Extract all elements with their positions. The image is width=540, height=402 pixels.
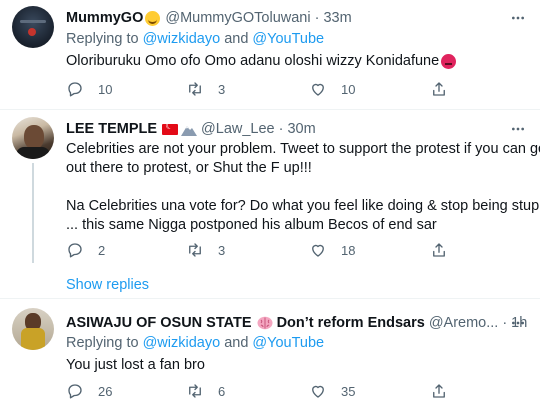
reply-button[interactable]: 10 xyxy=(66,79,112,99)
reply-count: 10 xyxy=(98,81,113,97)
retweet-count: 6 xyxy=(218,383,226,399)
tweet-header: ASIWAJU OF OSUN STATE Don’t reform Endsa… xyxy=(66,313,527,333)
reply-count: 2 xyxy=(98,242,106,258)
share-icon xyxy=(433,82,445,96)
timestamp[interactable]: 30m xyxy=(287,121,315,137)
mountain-emoji-icon xyxy=(181,125,198,136)
tweet-line: ... this same Nigga postponed his album … xyxy=(66,217,437,233)
mention-link[interactable]: @wizkidayo xyxy=(143,31,221,47)
retweet-icon xyxy=(189,82,201,96)
mention-link[interactable]: @YouTube xyxy=(252,31,324,47)
replying-and: and xyxy=(224,31,249,47)
tweet-line: You just lost a fan bro xyxy=(66,357,205,373)
separator: · xyxy=(502,315,508,331)
share-button[interactable] xyxy=(430,381,448,401)
smile-emoji-icon xyxy=(145,10,161,26)
tweet-text: Oloriburuku Omo ofo Omo adanu oloshi wiz… xyxy=(66,52,528,71)
like-count: 18 xyxy=(341,242,356,258)
retweet-button[interactable]: 3 xyxy=(186,79,225,99)
tweet-header: LEE TEMPLE @Law_Lee · 30m xyxy=(66,119,316,139)
replying-and: and xyxy=(224,335,249,351)
avatar[interactable] xyxy=(12,6,54,48)
like-icon xyxy=(312,385,324,398)
avatar[interactable] xyxy=(12,308,54,350)
tweet-line: Celebrities are not your problem. Tweet … xyxy=(66,141,540,157)
reply-button[interactable]: 2 xyxy=(66,240,105,260)
like-icon xyxy=(312,83,324,96)
more-icon[interactable] xyxy=(508,8,528,28)
retweet-icon xyxy=(189,384,201,398)
tweet-line: Na Celebrities una vote for? Do what you… xyxy=(66,198,540,214)
display-name[interactable]: ASIWAJU OF OSUN STATE xyxy=(66,315,252,331)
retweet-count: 3 xyxy=(218,242,226,258)
turkey-flag-emoji-icon xyxy=(162,121,179,135)
display-name[interactable]: MummyGO xyxy=(66,10,143,26)
tweet-text: Celebrities are not your problem. Tweet … xyxy=(66,140,540,235)
tweet-line: Oloriburuku Omo ofo Omo adanu oloshi wiz… xyxy=(66,53,440,69)
tweet-text: You just lost a fan bro xyxy=(66,356,528,375)
retweet-button[interactable]: 6 xyxy=(186,381,225,401)
like-count: 35 xyxy=(341,383,356,399)
share-icon xyxy=(433,384,445,398)
replying-to: Replying to @wizkidayo and @YouTube xyxy=(66,335,324,351)
like-button[interactable]: 18 xyxy=(309,240,355,260)
like-count: 10 xyxy=(341,81,356,97)
handle[interactable]: @Law_Lee xyxy=(201,121,275,137)
reply-count: 26 xyxy=(98,383,113,399)
retweet-button[interactable]: 3 xyxy=(186,240,225,260)
reply-button[interactable]: 26 xyxy=(66,381,112,401)
avatar[interactable] xyxy=(12,117,54,159)
retweet-count: 3 xyxy=(218,81,226,97)
share-button[interactable] xyxy=(430,240,448,260)
like-button[interactable]: 35 xyxy=(309,381,355,401)
mention-link[interactable]: @wizkidayo xyxy=(143,335,221,351)
tweet-line-blank xyxy=(66,178,528,197)
display-name[interactable]: LEE TEMPLE xyxy=(66,121,157,137)
reply-icon xyxy=(68,243,82,258)
like-button[interactable]: 10 xyxy=(309,79,355,99)
separator: · xyxy=(314,10,320,26)
mention-link[interactable]: @YouTube xyxy=(252,335,324,351)
tweet-actions: 2 3 18 xyxy=(66,240,466,260)
display-name-suffix[interactable]: Don’t reform Endsars xyxy=(277,315,425,331)
like-icon xyxy=(312,244,324,257)
replying-prefix: Replying to xyxy=(66,31,139,47)
reply-icon xyxy=(68,384,82,399)
share-button[interactable] xyxy=(430,79,448,99)
replying-to: Replying to @wizkidayo and @YouTube xyxy=(66,31,324,47)
angry-emoji-icon xyxy=(441,53,457,69)
tweet-actions: 26 6 35 xyxy=(66,381,466,401)
more-icon[interactable] xyxy=(508,313,528,333)
timestamp[interactable]: 33m xyxy=(323,10,351,26)
reply-icon xyxy=(68,82,82,97)
separator: · xyxy=(278,121,284,137)
replying-prefix: Replying to xyxy=(66,335,139,351)
brain-emoji-icon xyxy=(257,316,273,330)
show-replies-link[interactable]: Show replies xyxy=(66,277,149,293)
tweet-1[interactable]: MummyGO @MummyGOToluwani · 33m Replying … xyxy=(0,0,540,110)
handle[interactable]: @MummyGOToluwani xyxy=(165,10,310,26)
more-icon[interactable] xyxy=(508,119,528,139)
share-icon xyxy=(433,243,445,257)
retweet-icon xyxy=(189,243,201,257)
tweet-line: out there to protest, or Shut the F up!!… xyxy=(66,160,312,176)
thread-line xyxy=(32,163,34,263)
tweet-header: MummyGO @MummyGOToluwani · 33m xyxy=(66,8,352,28)
tweet-actions: 10 3 10 xyxy=(66,79,466,99)
handle[interactable]: @Aremo... xyxy=(429,315,499,331)
